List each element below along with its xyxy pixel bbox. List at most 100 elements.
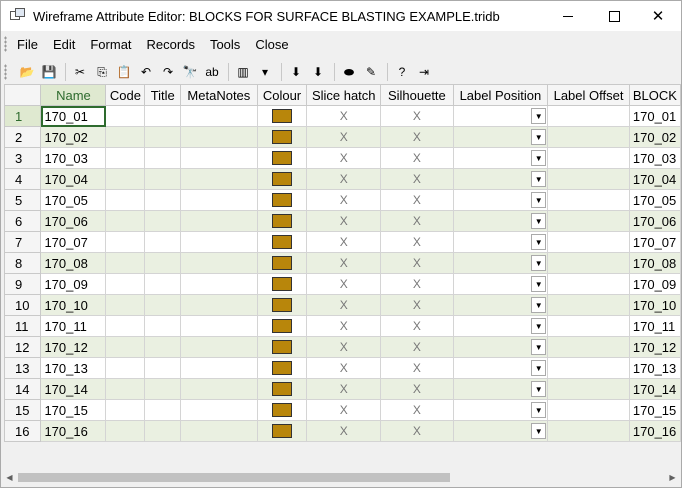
silhouette-cell[interactable]: X: [380, 147, 454, 169]
metanotes-cell[interactable]: [180, 147, 258, 169]
row-number[interactable]: 8: [4, 252, 42, 274]
colour-cell[interactable]: [256, 357, 308, 379]
menu-format[interactable]: Format: [90, 37, 131, 52]
colour-cell[interactable]: [256, 420, 308, 442]
title-cell[interactable]: [144, 168, 182, 190]
block-cell[interactable]: 170_11: [628, 315, 681, 337]
undo-icon[interactable]: ↶: [136, 62, 156, 82]
find-icon[interactable]: 🔭: [180, 62, 200, 82]
slice-hatch-cell[interactable]: X: [306, 210, 382, 232]
column-header-label-position[interactable]: Label Position: [452, 84, 549, 106]
colour-cell[interactable]: [256, 315, 308, 337]
name-cell[interactable]: 170_05: [40, 189, 107, 211]
block-cell[interactable]: 170_02: [628, 126, 681, 148]
metanotes-cell[interactable]: [180, 294, 258, 316]
slice-hatch-cell[interactable]: X: [306, 126, 382, 148]
menu-close[interactable]: Close: [255, 37, 288, 52]
dropdown-arrow-icon[interactable]: ▼: [531, 129, 547, 145]
silhouette-cell[interactable]: X: [380, 126, 454, 148]
metanotes-cell[interactable]: [180, 420, 258, 442]
metanotes-cell[interactable]: [180, 189, 258, 211]
colour-swatch[interactable]: [271, 256, 292, 271]
colour-swatch[interactable]: [271, 382, 292, 397]
title-cell[interactable]: [144, 105, 182, 127]
label-offset-cell[interactable]: [547, 147, 630, 169]
code-cell[interactable]: [105, 399, 146, 421]
code-cell[interactable]: [105, 231, 146, 253]
colour-swatch[interactable]: [271, 151, 292, 166]
block-cell[interactable]: 170_03: [628, 147, 681, 169]
slice-hatch-cell[interactable]: X: [306, 189, 382, 211]
export-icon[interactable]: ⬇: [308, 62, 328, 82]
scroll-thumb[interactable]: [18, 473, 450, 482]
block-cell[interactable]: 170_14: [628, 378, 681, 400]
block-cell[interactable]: 170_04: [628, 168, 681, 190]
label-position-cell[interactable]: ▼: [452, 210, 549, 232]
title-cell[interactable]: [144, 294, 182, 316]
column-header-metanotes[interactable]: MetaNotes: [180, 84, 258, 106]
metanotes-cell[interactable]: [180, 357, 258, 379]
columns-icon[interactable]: ▥: [233, 62, 253, 82]
name-cell[interactable]: 170_06: [40, 210, 107, 232]
slice-hatch-cell[interactable]: X: [306, 378, 382, 400]
code-cell[interactable]: [105, 273, 146, 295]
menu-edit[interactable]: Edit: [53, 37, 75, 52]
slice-hatch-cell[interactable]: X: [306, 105, 382, 127]
row-number[interactable]: 4: [4, 168, 42, 190]
label-position-cell[interactable]: ▼: [452, 315, 549, 337]
title-cell[interactable]: [144, 336, 182, 358]
code-cell[interactable]: [105, 420, 146, 442]
title-cell[interactable]: [144, 231, 182, 253]
label-position-cell[interactable]: ▼: [452, 357, 549, 379]
row-number[interactable]: 1: [4, 105, 42, 127]
silhouette-cell[interactable]: X: [380, 189, 454, 211]
name-cell[interactable]: 170_10: [40, 294, 107, 316]
colour-swatch[interactable]: [271, 298, 292, 313]
dropdown-arrow-icon[interactable]: ▼: [531, 381, 547, 397]
label-offset-cell[interactable]: [547, 273, 630, 295]
save-icon[interactable]: 💾: [39, 62, 59, 82]
label-offset-cell[interactable]: [547, 126, 630, 148]
row-number[interactable]: 3: [4, 147, 42, 169]
title-cell[interactable]: [144, 252, 182, 274]
dropdown-arrow-icon[interactable]: ▼: [531, 150, 547, 166]
silhouette-cell[interactable]: X: [380, 315, 454, 337]
colour-swatch[interactable]: [271, 403, 292, 418]
colour-cell[interactable]: [256, 189, 308, 211]
title-cell[interactable]: [144, 315, 182, 337]
name-cell[interactable]: 170_08: [40, 252, 107, 274]
silhouette-cell[interactable]: X: [380, 252, 454, 274]
row-number[interactable]: 16: [4, 420, 42, 442]
colour-cell[interactable]: [256, 294, 308, 316]
colour-swatch[interactable]: [271, 361, 292, 376]
code-cell[interactable]: [105, 168, 146, 190]
slice-hatch-cell[interactable]: X: [306, 399, 382, 421]
colour-swatch[interactable]: [271, 109, 292, 124]
dropdown-arrow-icon[interactable]: ▼: [531, 297, 547, 313]
dropdown-arrow-icon[interactable]: ▼: [531, 255, 547, 271]
colour-cell[interactable]: [256, 273, 308, 295]
dropdown-arrow-icon[interactable]: ▼: [531, 108, 547, 124]
name-cell[interactable]: 170_13: [40, 357, 107, 379]
name-cell[interactable]: 170_11: [40, 315, 107, 337]
code-cell[interactable]: [105, 315, 146, 337]
name-cell[interactable]: 170_03: [40, 147, 107, 169]
slice-hatch-cell[interactable]: X: [306, 294, 382, 316]
block-cell[interactable]: 170_07: [628, 231, 681, 253]
column-header-title[interactable]: Title: [144, 84, 182, 106]
block-cell[interactable]: 170_10: [628, 294, 681, 316]
colour-cell[interactable]: [256, 231, 308, 253]
colour-cell[interactable]: [256, 378, 308, 400]
name-cell[interactable]: 170_09: [40, 273, 107, 295]
column-header-name[interactable]: Name: [40, 84, 107, 106]
name-cell[interactable]: 170_12: [40, 336, 107, 358]
column-header-silhouette[interactable]: Silhouette: [380, 84, 454, 106]
colour-swatch[interactable]: [271, 235, 292, 250]
title-cell[interactable]: [144, 420, 182, 442]
row-number[interactable]: 13: [4, 357, 42, 379]
colour-swatch[interactable]: [271, 193, 292, 208]
label-offset-cell[interactable]: [547, 189, 630, 211]
dropdown-arrow-icon[interactable]: ▼: [531, 213, 547, 229]
slice-hatch-cell[interactable]: X: [306, 357, 382, 379]
corner-cell[interactable]: [4, 84, 42, 106]
